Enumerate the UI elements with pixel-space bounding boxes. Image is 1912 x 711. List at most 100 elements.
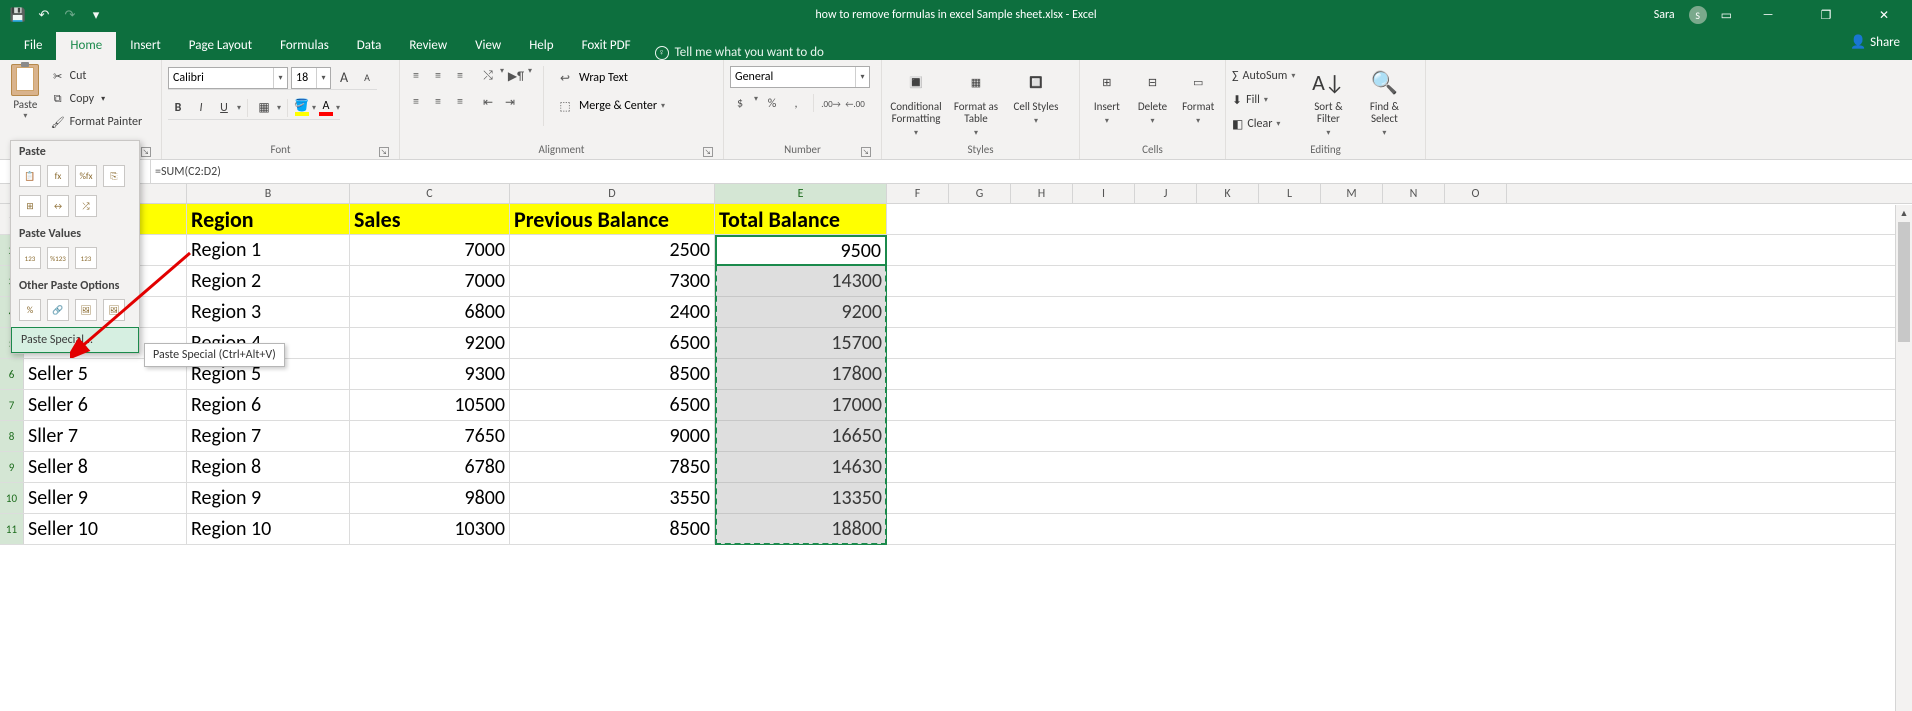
- ribbon-options-icon[interactable]: ▭: [1721, 8, 1732, 23]
- chevron-down-icon[interactable]: ▾: [336, 103, 340, 113]
- cell[interactable]: 9000: [510, 421, 715, 451]
- copy-button[interactable]: ⧉Copy▾: [49, 89, 155, 109]
- cell[interactable]: [887, 421, 1912, 451]
- tab-data[interactable]: Data: [343, 32, 396, 60]
- cell[interactable]: 9500: [715, 235, 887, 265]
- cell[interactable]: 7650: [350, 421, 510, 451]
- minimize-button[interactable]: —: [1746, 0, 1790, 30]
- cell-styles-button[interactable]: 🔲Cell Styles▾: [1008, 64, 1064, 126]
- align-left-icon[interactable]: ≡: [406, 92, 426, 112]
- tab-view[interactable]: View: [461, 32, 515, 60]
- underline-button[interactable]: U: [214, 98, 234, 118]
- dialog-launcher-icon[interactable]: ↘: [141, 147, 151, 157]
- italic-button[interactable]: I: [191, 98, 211, 118]
- font-name-combo[interactable]: Calibri▾: [168, 67, 288, 89]
- close-button[interactable]: ✕: [1862, 0, 1906, 30]
- cell[interactable]: 3550: [510, 483, 715, 513]
- cell[interactable]: Seller 10: [24, 514, 187, 544]
- cell[interactable]: [887, 514, 1912, 544]
- cell[interactable]: 14630: [715, 452, 887, 482]
- tab-foxit[interactable]: Foxit PDF: [568, 32, 645, 60]
- cell[interactable]: 6500: [510, 328, 715, 358]
- col-header[interactable]: L: [1259, 184, 1321, 203]
- share-button[interactable]: 👤 Share: [1850, 35, 1900, 50]
- cut-button[interactable]: ✂Cut: [49, 66, 155, 86]
- user-avatar[interactable]: S: [1689, 6, 1707, 24]
- decrease-indent-icon[interactable]: ⇤: [478, 92, 498, 112]
- cell[interactable]: 2500: [510, 235, 715, 265]
- tab-page-layout[interactable]: Page Layout: [175, 32, 266, 60]
- paste-values-icon[interactable]: 123: [19, 247, 41, 269]
- number-format-combo[interactable]: General▾: [730, 66, 870, 88]
- cell[interactable]: [887, 235, 1912, 265]
- tab-insert[interactable]: Insert: [116, 32, 175, 60]
- formula-input[interactable]: =SUM(C2:D2): [151, 165, 221, 179]
- cell[interactable]: Region 7: [187, 421, 350, 451]
- format-as-table-button[interactable]: ▦Format as Table▾: [948, 64, 1004, 138]
- col-header[interactable]: B: [187, 184, 350, 203]
- cell[interactable]: Seller 6: [24, 390, 187, 420]
- bold-button[interactable]: B: [168, 98, 188, 118]
- col-header[interactable]: N: [1383, 184, 1445, 203]
- paste-formulas-numfmt-icon[interactable]: %fx: [75, 165, 97, 187]
- font-color-button[interactable]: A: [319, 100, 333, 116]
- paste-transpose-icon[interactable]: ⤮: [75, 195, 97, 217]
- cell[interactable]: 17800: [715, 359, 887, 389]
- row-header[interactable]: 8: [0, 421, 24, 451]
- dialog-launcher-icon[interactable]: ↘: [861, 147, 871, 157]
- cell[interactable]: Total Balance: [715, 204, 887, 234]
- cell[interactable]: Sller 7: [24, 421, 187, 451]
- paste-all-icon[interactable]: 📋: [19, 165, 41, 187]
- borders-button[interactable]: ▦: [254, 98, 274, 118]
- cell[interactable]: Seller 8: [24, 452, 187, 482]
- cell[interactable]: Region 3: [187, 297, 350, 327]
- cell[interactable]: 6800: [350, 297, 510, 327]
- row-header[interactable]: 11: [0, 514, 24, 544]
- col-header[interactable]: D: [510, 184, 715, 203]
- cell[interactable]: 9300: [350, 359, 510, 389]
- paste-formulas-icon[interactable]: fx: [47, 165, 69, 187]
- chevron-down-icon[interactable]: ▾: [528, 66, 532, 86]
- cell[interactable]: Seller 9: [24, 483, 187, 513]
- cell[interactable]: 13350: [715, 483, 887, 513]
- dialog-launcher-icon[interactable]: ↘: [379, 147, 389, 157]
- tab-home[interactable]: Home: [56, 32, 116, 60]
- chevron-down-icon[interactable]: ▾: [500, 66, 504, 86]
- increase-font-icon[interactable]: A: [334, 68, 354, 88]
- clear-button[interactable]: ◧Clear▾: [1232, 114, 1295, 134]
- cell[interactable]: Region 9: [187, 483, 350, 513]
- col-header[interactable]: J: [1135, 184, 1197, 203]
- paste-no-borders-icon[interactable]: ⊞: [19, 195, 41, 217]
- maximize-button[interactable]: ❐: [1804, 0, 1848, 30]
- scroll-up-icon[interactable]: ▲: [1896, 205, 1912, 222]
- tell-me[interactable]: ♀ Tell me what you want to do: [655, 45, 824, 60]
- cell[interactable]: Previous Balance: [510, 204, 715, 234]
- paste-picture-icon[interactable]: 🖼: [75, 299, 97, 321]
- chevron-down-icon[interactable]: ▾: [754, 94, 758, 114]
- col-header[interactable]: O: [1445, 184, 1507, 203]
- cell[interactable]: Region 2: [187, 266, 350, 296]
- tab-help[interactable]: Help: [515, 32, 567, 60]
- undo-icon[interactable]: ↶: [36, 7, 52, 23]
- col-header[interactable]: C: [350, 184, 510, 203]
- paste-values-srcfmt-icon[interactable]: 123: [75, 247, 97, 269]
- cell[interactable]: 7000: [350, 266, 510, 296]
- cell[interactable]: 2400: [510, 297, 715, 327]
- chevron-down-icon[interactable]: ▾: [237, 103, 241, 113]
- paste-link-icon[interactable]: 🔗: [47, 299, 69, 321]
- cell[interactable]: 17000: [715, 390, 887, 420]
- cell[interactable]: 18800: [715, 514, 887, 544]
- cell[interactable]: 7000: [350, 235, 510, 265]
- cell[interactable]: [887, 452, 1912, 482]
- cell[interactable]: [887, 204, 1912, 234]
- cell[interactable]: [887, 297, 1912, 327]
- row-header[interactable]: 9: [0, 452, 24, 482]
- delete-cells-button[interactable]: ⊟Delete▾: [1132, 64, 1174, 126]
- chevron-down-icon[interactable]: ▾: [277, 103, 281, 113]
- cell[interactable]: 10300: [350, 514, 510, 544]
- cell[interactable]: Region 6: [187, 390, 350, 420]
- col-header[interactable]: I: [1073, 184, 1135, 203]
- save-icon[interactable]: 💾: [10, 7, 26, 23]
- align-top-icon[interactable]: ≡: [406, 66, 426, 86]
- cell[interactable]: Region 8: [187, 452, 350, 482]
